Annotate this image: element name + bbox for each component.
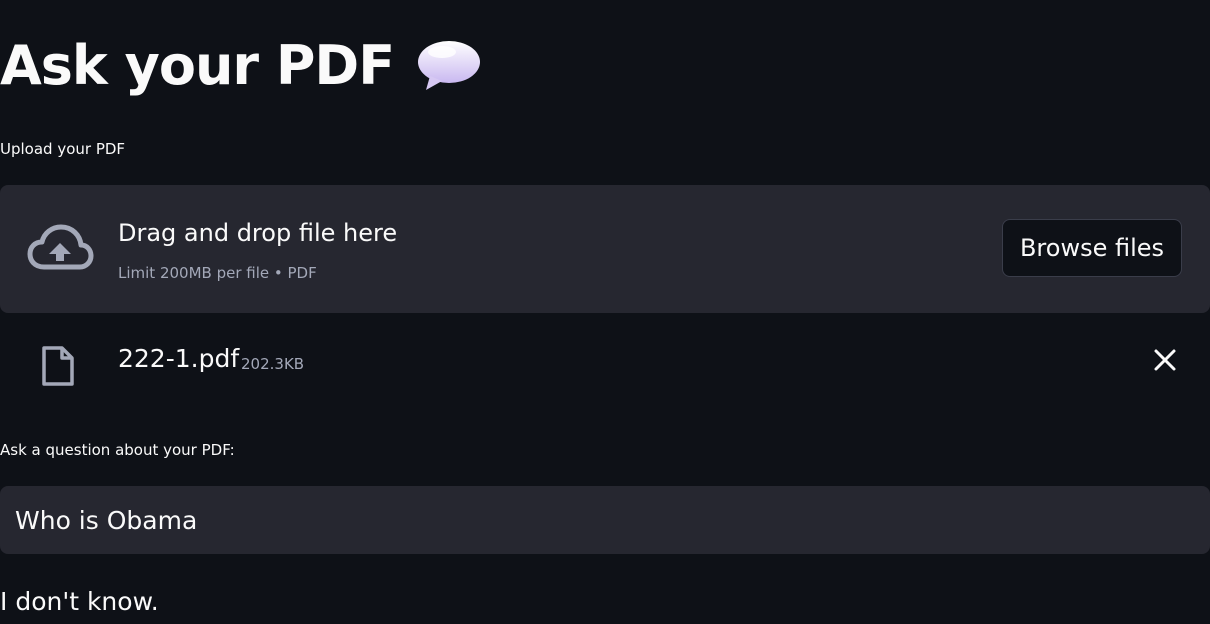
page-title: Ask your PDF [0, 34, 395, 97]
cloud-upload-icon [27, 224, 94, 270]
uploaded-file-size: 202.3KB [241, 355, 305, 373]
app-page: Ask your PDF Upload your PDF Drag and dr… [0, 0, 1210, 624]
upload-label: Upload your PDF [0, 140, 126, 158]
question-label: Ask a question about your PDF: [0, 441, 235, 459]
dropzone-limit-text: Limit 200MB per file • PDF [118, 264, 317, 282]
close-icon[interactable] [1153, 348, 1177, 372]
file-icon [42, 346, 74, 386]
uploaded-file-name: 222-1.pdf [118, 344, 240, 373]
answer-text: I don't know. [0, 587, 159, 616]
question-input[interactable] [0, 486, 1210, 554]
browse-files-button[interactable]: Browse files [1002, 219, 1182, 277]
dropzone-title: Drag and drop file here [118, 219, 398, 247]
header: Ask your PDF [0, 30, 482, 102]
speech-balloon-icon [418, 41, 481, 90]
